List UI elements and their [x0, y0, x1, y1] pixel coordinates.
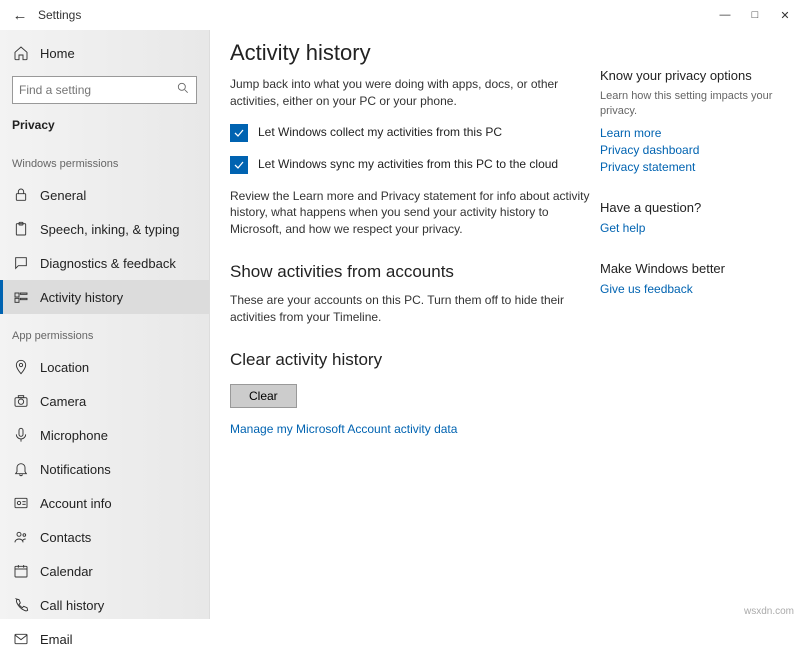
sidebar-item-label: Home	[40, 46, 75, 61]
sidebar-item-label: Account info	[40, 496, 112, 511]
sidebar-item-label: Notifications	[40, 462, 111, 477]
checkbox-icon	[230, 156, 248, 174]
clear-heading: Clear activity history	[230, 350, 600, 370]
sidebar-item-contacts[interactable]: Contacts	[0, 520, 209, 554]
microphone-icon	[12, 426, 30, 444]
location-icon	[12, 358, 30, 376]
accounts-heading: Show activities from accounts	[230, 262, 600, 282]
intro-text: Jump back into what you were doing with …	[230, 76, 600, 110]
sidebar-section: Privacy	[0, 114, 209, 142]
maximize-button[interactable]: □	[740, 0, 770, 30]
lock-icon	[12, 186, 30, 204]
back-button[interactable]: ←	[8, 7, 32, 24]
manage-account-link[interactable]: Manage my Microsoft Account activity dat…	[230, 422, 600, 436]
checkbox-icon	[230, 124, 248, 142]
checkbox-label: Let Windows collect my activities from t…	[258, 124, 502, 139]
close-button[interactable]: ✕	[770, 0, 800, 30]
sidebar-item-label: Call history	[40, 598, 104, 613]
sidebar-item-account-info[interactable]: Account info	[0, 486, 209, 520]
account-icon	[12, 494, 30, 512]
link-privacy-statement[interactable]: Privacy statement	[600, 160, 780, 174]
checkbox-sync-activities[interactable]: Let Windows sync my activities from this…	[230, 156, 600, 174]
sidebar-item-call-history[interactable]: Call history	[0, 588, 209, 622]
sidebar-item-calendar[interactable]: Calendar	[0, 554, 209, 588]
sidebar-item-label: Email	[40, 632, 73, 647]
checkbox-label: Let Windows sync my activities from this…	[258, 156, 558, 171]
sidebar-item-label: Diagnostics & feedback	[40, 256, 176, 271]
sidebar-item-label: Microphone	[40, 428, 108, 443]
sidebar-item-camera[interactable]: Camera	[0, 384, 209, 418]
aside-question-title: Have a question?	[600, 200, 780, 215]
sidebar-item-label: Calendar	[40, 564, 93, 579]
aside-pane: Know your privacy options Learn how this…	[600, 40, 780, 619]
sidebar-item-activity-history[interactable]: Activity history	[0, 280, 209, 314]
clear-button[interactable]: Clear	[230, 384, 297, 408]
phone-icon	[12, 596, 30, 614]
sidebar: Home Privacy Windows permissions General…	[0, 30, 210, 619]
calendar-icon	[12, 562, 30, 580]
home-icon	[12, 44, 30, 62]
sidebar-item-label: Speech, inking, & typing	[40, 222, 179, 237]
link-privacy-dashboard[interactable]: Privacy dashboard	[600, 143, 780, 157]
page-title: Activity history	[230, 40, 600, 66]
accounts-desc: These are your accounts on this PC. Turn…	[230, 292, 600, 326]
clipboard-icon	[12, 220, 30, 238]
sidebar-item-general[interactable]: General	[0, 178, 209, 212]
sidebar-item-speech[interactable]: Speech, inking, & typing	[0, 212, 209, 246]
sidebar-group-windows-permissions: Windows permissions	[0, 142, 209, 178]
search-input[interactable]	[19, 83, 176, 97]
sidebar-item-notifications[interactable]: Notifications	[0, 452, 209, 486]
sidebar-item-location[interactable]: Location	[0, 350, 209, 384]
sidebar-item-home[interactable]: Home	[0, 38, 209, 68]
bell-icon	[12, 460, 30, 478]
sidebar-item-microphone[interactable]: Microphone	[0, 418, 209, 452]
sidebar-item-label: Activity history	[40, 290, 123, 305]
search-icon	[176, 81, 190, 100]
content-pane: Activity history Jump back into what you…	[230, 40, 600, 619]
link-feedback[interactable]: Give us feedback	[600, 282, 780, 296]
watermark: wsxdn.com	[744, 606, 794, 617]
search-box[interactable]	[12, 76, 197, 104]
sidebar-item-diagnostics[interactable]: Diagnostics & feedback	[0, 246, 209, 280]
link-get-help[interactable]: Get help	[600, 221, 780, 235]
sidebar-item-label: Location	[40, 360, 89, 375]
contacts-icon	[12, 528, 30, 546]
aside-privacy-title: Know your privacy options	[600, 68, 780, 83]
aside-privacy-desc: Learn how this setting impacts your priv…	[600, 89, 780, 120]
camera-icon	[12, 392, 30, 410]
window-title: Settings	[38, 8, 81, 22]
sidebar-item-label: Camera	[40, 394, 86, 409]
history-icon	[12, 288, 30, 306]
review-text: Review the Learn more and Privacy statem…	[230, 188, 600, 238]
link-learn-more[interactable]: Learn more	[600, 126, 780, 140]
aside-better-title: Make Windows better	[600, 261, 780, 276]
sidebar-group-app-permissions: App permissions	[0, 314, 209, 350]
sidebar-item-email[interactable]: Email	[0, 622, 209, 656]
sidebar-item-label: Contacts	[40, 530, 91, 545]
email-icon	[12, 630, 30, 648]
sidebar-item-label: General	[40, 188, 86, 203]
checkbox-collect-activities[interactable]: Let Windows collect my activities from t…	[230, 124, 600, 142]
feedback-icon	[12, 254, 30, 272]
minimize-button[interactable]: —	[710, 0, 740, 30]
